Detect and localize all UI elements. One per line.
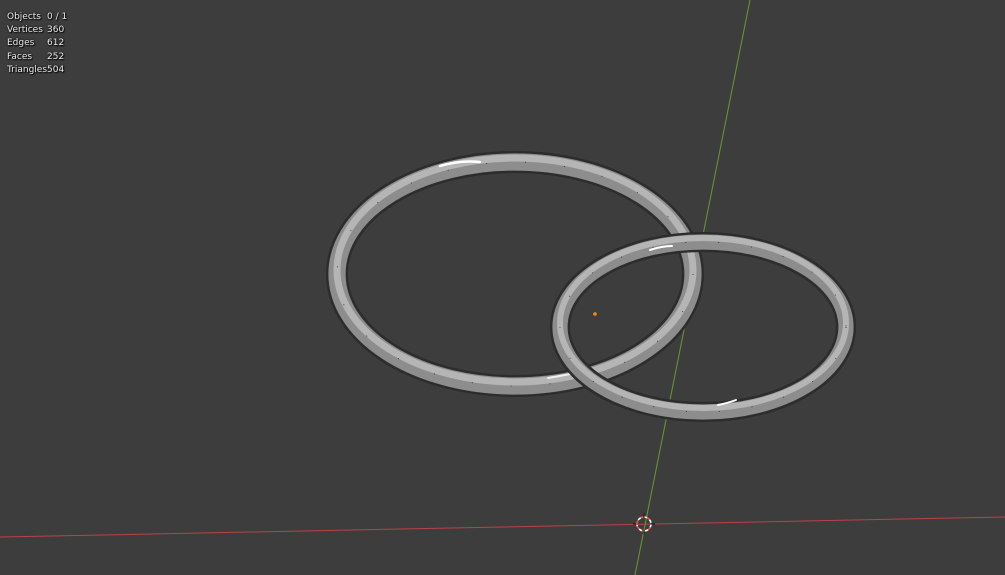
- stat-value: 612: [47, 38, 65, 49]
- x-axis-line: [0, 516, 1005, 538]
- stat-row-vertices: Vertices 360: [7, 24, 67, 37]
- stat-value: 504: [47, 64, 65, 75]
- object-origin-icon: [593, 312, 597, 316]
- stat-row-objects: Objects 0 / 1: [7, 11, 67, 24]
- viewport-statistics-overlay: Objects 0 / 1 Vertices 360 Edges 612 Fac…: [7, 11, 67, 77]
- stat-row-faces: Faces 252: [7, 51, 67, 64]
- stat-value: 252: [47, 51, 65, 62]
- ring-large[interactable]: [326, 151, 704, 397]
- stat-label: Triangles: [7, 64, 48, 75]
- stat-value: 0 / 1: [47, 12, 68, 22]
- stat-label: Faces: [7, 51, 33, 62]
- stat-label: Vertices: [7, 25, 43, 36]
- stat-row-edges: Edges 612: [7, 37, 67, 50]
- stat-label: Objects: [7, 12, 42, 22]
- 3d-viewport[interactable]: Objects 0 / 1 Vertices 360 Edges 612 Fac…: [0, 0, 1005, 575]
- stat-row-triangles: Triangles 504: [7, 64, 67, 77]
- stat-value: 360: [47, 25, 65, 36]
- viewport-scene[interactable]: [0, 0, 1005, 575]
- stat-label: Edges: [7, 38, 35, 49]
